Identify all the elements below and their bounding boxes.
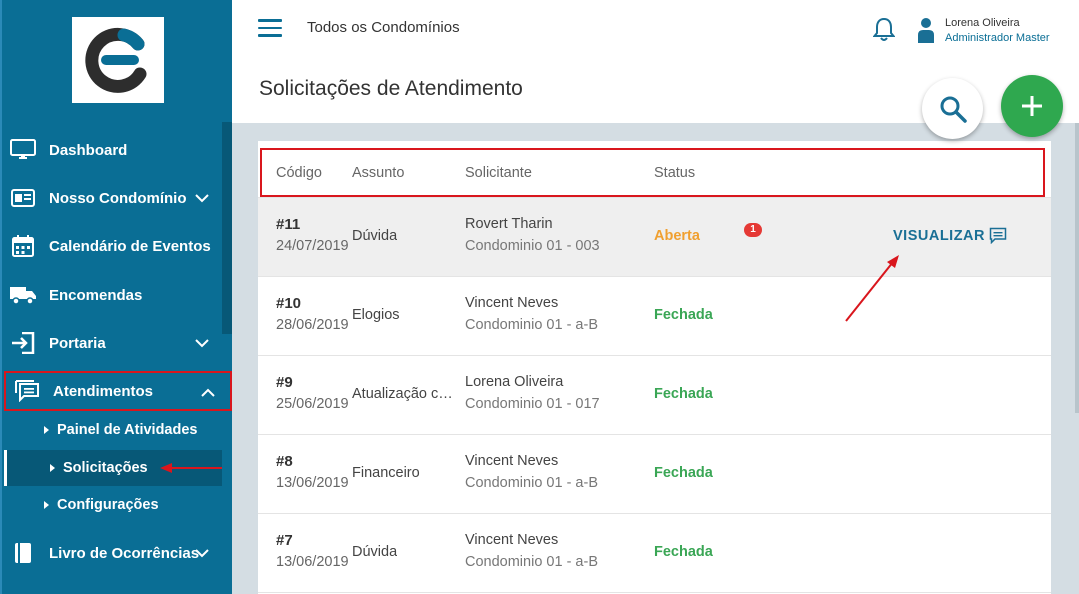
annotation-arrows — [160, 255, 899, 473]
